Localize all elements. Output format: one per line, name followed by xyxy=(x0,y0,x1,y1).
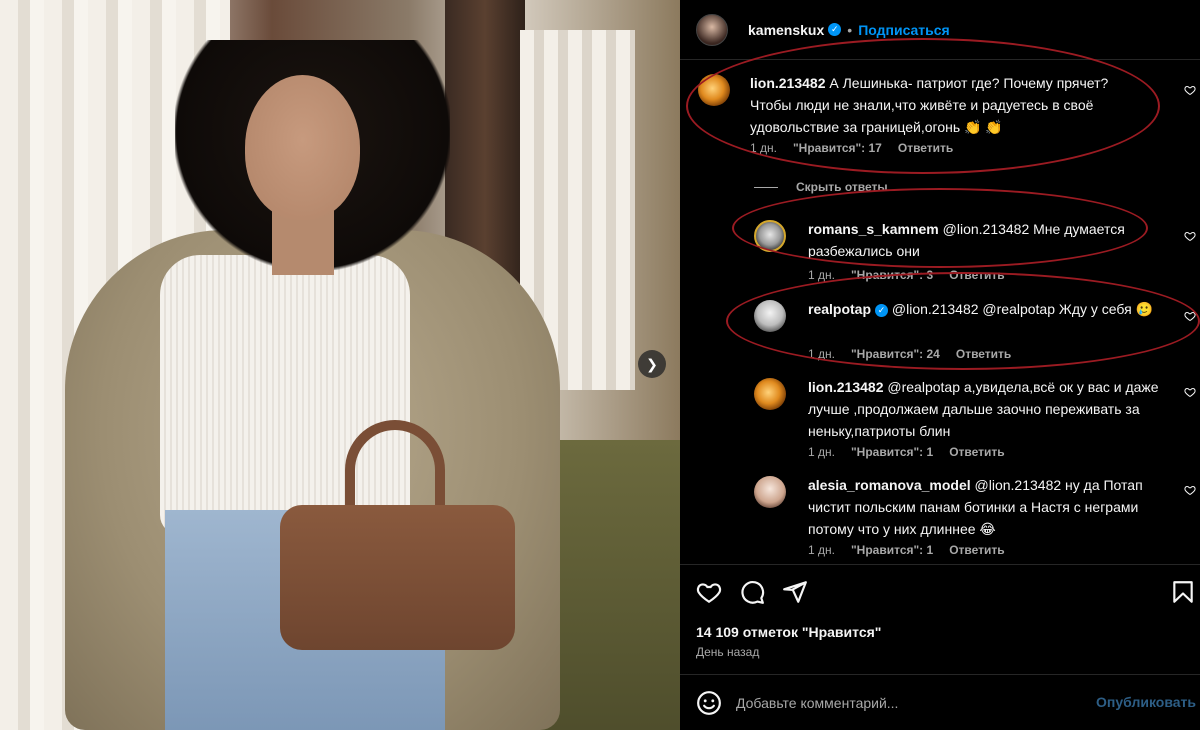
verified-badge-icon: ✓ xyxy=(828,23,842,36)
comment-body: alesia_romanova_model @lion.213482 ну да… xyxy=(808,474,1168,540)
avatar[interactable] xyxy=(754,476,786,508)
comment-item: romans_s_kamnem @lion.213482 Мне думаетс… xyxy=(680,218,1200,282)
heart-icon[interactable] xyxy=(1184,84,1196,96)
verified-badge-icon: ✓ xyxy=(875,304,889,317)
separator-dot: • xyxy=(847,21,853,38)
divider xyxy=(754,186,778,188)
comment-time: 1 дн. xyxy=(750,141,777,155)
comment-body: romans_s_kamnem @lion.213482 Мне думаетс… xyxy=(808,218,1158,262)
heart-icon[interactable] xyxy=(1184,386,1196,398)
reply-button[interactable]: Ответить xyxy=(956,347,1011,361)
share-icon[interactable] xyxy=(782,579,808,605)
comment-bar: Опубликовать xyxy=(680,674,1200,730)
comment-time: 1 дн. xyxy=(808,268,835,282)
reply-button[interactable]: Ответить xyxy=(949,543,1004,557)
heart-icon[interactable] xyxy=(1184,484,1196,496)
comment-meta: 1 дн. "Нравится": 1 Ответить xyxy=(808,445,1005,459)
comment-likes[interactable]: "Нравится": 24 xyxy=(851,347,940,361)
post-username[interactable]: kamenskux xyxy=(748,22,824,38)
bookmark-icon[interactable] xyxy=(1170,579,1196,605)
comment-likes[interactable]: "Нравится": 3 xyxy=(851,268,933,282)
post-header: kamenskux ✓ • Подписаться xyxy=(680,0,1200,60)
comment-username[interactable]: realpotap xyxy=(808,301,871,317)
follow-button[interactable]: Подписаться xyxy=(858,22,950,38)
hide-replies-label: Скрыть ответы xyxy=(796,180,888,194)
comment-text: @lion.213482 @realpotap Жду у себя 🥲 xyxy=(891,301,1154,317)
comment-item: alesia_romanova_model @lion.213482 ну да… xyxy=(680,474,1200,562)
reply-button[interactable]: Ответить xyxy=(949,445,1004,459)
comment-item: realpotap ✓ @lion.213482 @realpotap Жду у… xyxy=(680,298,1200,368)
emoji-icon[interactable] xyxy=(696,690,722,716)
comment-body: realpotap ✓ @lion.213482 @realpotap Жду у… xyxy=(808,298,1168,320)
action-bar xyxy=(680,564,1200,614)
comment-meta: 1 дн. "Нравится": 24 Ответить xyxy=(808,347,1011,361)
comment-time: 1 дн. xyxy=(808,543,835,557)
comment-item: lion.213482 @realpotap а,увидела,всё ок … xyxy=(680,376,1200,464)
photo-bag xyxy=(280,505,515,650)
comment-meta: 1 дн. "Нравится": 3 Ответить xyxy=(808,268,1005,282)
comment-body: lion.213482 @realpotap а,увидела,всё ок … xyxy=(808,376,1160,442)
publish-button[interactable]: Опубликовать xyxy=(1096,694,1196,710)
comment-input[interactable] xyxy=(736,691,1076,715)
comment-likes[interactable]: "Нравится": 1 xyxy=(851,445,933,459)
likes-count[interactable]: 14 109 отметок "Нравится" xyxy=(696,624,881,640)
hide-replies-button[interactable]: Скрыть ответы xyxy=(754,180,888,194)
comment-username[interactable]: lion.213482 xyxy=(750,75,826,91)
comment-meta: 1 дн. "Нравится": 17 Ответить xyxy=(750,141,953,155)
comment-likes[interactable]: "Нравится": 1 xyxy=(851,543,933,557)
heart-icon[interactable] xyxy=(696,579,722,605)
comment-time: 1 дн. xyxy=(808,347,835,361)
heart-icon[interactable] xyxy=(1184,310,1196,322)
reply-button[interactable]: Ответить xyxy=(949,268,1004,282)
avatar[interactable] xyxy=(698,74,730,106)
comment-meta: 1 дн. "Нравится": 1 Ответить xyxy=(808,543,1005,557)
comment-icon[interactable] xyxy=(739,579,765,605)
chevron-right-icon: ❯ xyxy=(646,355,658,372)
avatar[interactable] xyxy=(754,378,786,410)
comment-username[interactable]: lion.213482 xyxy=(808,379,884,395)
avatar[interactable] xyxy=(754,300,786,332)
comment-body: lion.213482 А Лешинька- патриот где? Поч… xyxy=(750,72,1150,138)
comment-time: 1 дн. xyxy=(808,445,835,459)
post-time: День назад xyxy=(696,645,760,659)
comment-likes[interactable]: "Нравится": 17 xyxy=(793,141,882,155)
avatar[interactable] xyxy=(754,220,786,252)
comment-username[interactable]: alesia_romanova_model xyxy=(808,477,971,493)
heart-icon[interactable] xyxy=(1184,230,1196,242)
next-photo-button[interactable]: ❯ xyxy=(638,350,666,378)
comment-item: lion.213482 А Лешинька- патриот где? Поч… xyxy=(680,72,1200,172)
post-panel: kamenskux ✓ • Подписаться lion.213482 А … xyxy=(680,0,1200,730)
reply-button[interactable]: Ответить xyxy=(898,141,953,155)
post-photo: ❯ xyxy=(0,0,680,730)
photo-face xyxy=(245,75,360,220)
comment-username[interactable]: romans_s_kamnem xyxy=(808,221,939,237)
avatar[interactable] xyxy=(696,13,728,46)
